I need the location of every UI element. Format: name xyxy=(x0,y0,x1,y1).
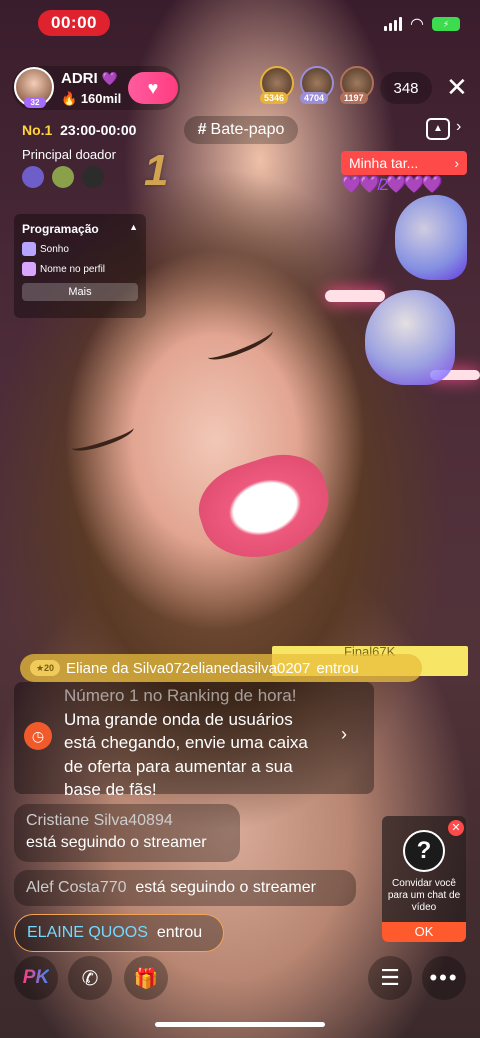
schedule-panel: Programação ▲ Sonho Nome no perfil Mais xyxy=(14,214,146,318)
question-avatar-icon: ? xyxy=(403,830,445,872)
home-indicator xyxy=(155,1022,325,1027)
clock-icon: ◷ xyxy=(24,722,52,750)
hour-ranking[interactable]: No.1 23:00-00:00 xyxy=(22,122,136,138)
wifi-icon: ◠ xyxy=(410,16,424,33)
rank-number: 1 xyxy=(144,146,169,195)
signal-icon xyxy=(384,17,403,31)
donor-avatar[interactable] xyxy=(52,166,74,188)
decor-cap xyxy=(365,290,455,385)
neon-light xyxy=(325,290,385,302)
decor-cap xyxy=(395,195,467,280)
gift-icon[interactable]: 🎁 xyxy=(124,956,168,1000)
schedule-item[interactable]: Nome no perfil xyxy=(22,262,138,276)
status-icons: ◠ ⚡ xyxy=(384,14,460,34)
user-level-badge: ★20 xyxy=(30,660,60,676)
heart-icon: 💜 xyxy=(101,71,119,86)
schedule-item[interactable]: Sonho xyxy=(22,242,138,256)
follow-button[interactable]: ♥ xyxy=(128,72,178,104)
home-icon[interactable]: ▲ xyxy=(426,118,450,140)
my-task-button[interactable]: Minha tar... › xyxy=(341,151,467,175)
recording-timer: 00:00 xyxy=(38,10,110,36)
viewer-avatar[interactable]: 5346 xyxy=(260,66,296,106)
entry-banner: ★20 Eliane da Silva072elianedasilva0207 … xyxy=(20,654,422,682)
donor-list xyxy=(22,166,104,188)
more-button[interactable]: Mais xyxy=(22,283,138,301)
top-viewers: 5346 4704 1197 xyxy=(260,66,376,106)
viewer-count[interactable]: 348 xyxy=(380,72,432,104)
menu-icon[interactable]: ☰ xyxy=(368,956,412,1000)
chevron-right-icon[interactable]: › xyxy=(341,724,347,745)
system-notice[interactable]: Número 1 no Ranking de hora! Uma grande … xyxy=(14,682,374,799)
host-fans: 🔥 160mil xyxy=(61,91,122,106)
chat-tag[interactable]: # Bate-papo xyxy=(184,116,298,144)
hashtag-icon: # xyxy=(197,121,207,138)
host-level-badge: 32 xyxy=(24,97,46,108)
chevron-right-icon: › xyxy=(454,155,459,171)
more-icon[interactable]: ••• xyxy=(422,956,466,1000)
cloud-heart-icon: ♥ xyxy=(147,77,159,98)
chat-message[interactable]: Cristiane Silva40894 está seguindo o str… xyxy=(14,804,240,862)
donor-avatar[interactable] xyxy=(22,166,44,188)
battery-icon: ⚡ xyxy=(432,17,460,31)
profile-icon xyxy=(22,262,36,276)
host-name: ADRI 💜 xyxy=(61,70,119,87)
top-donor-label: Principal doador xyxy=(22,147,116,162)
viewer-avatar[interactable]: 1197 xyxy=(340,66,376,106)
chevron-right-icon[interactable]: › xyxy=(456,118,461,136)
call-icon[interactable]: ✆ xyxy=(68,956,112,1000)
chat-message[interactable]: ELAINE QUOOS entrou xyxy=(14,914,224,952)
invite-ok-button[interactable]: OK xyxy=(382,922,466,942)
chat-message[interactable]: Alef Costa770 está seguindo o streamer xyxy=(14,870,356,906)
task-progress: 💜💜/2💜💜💜 xyxy=(341,175,443,194)
pk-button[interactable]: PK xyxy=(14,956,58,1000)
bear-icon xyxy=(22,242,36,256)
schedule-title: Programação xyxy=(22,222,99,236)
close-icon[interactable]: ✕ xyxy=(446,74,468,100)
collapse-icon[interactable]: ▲ xyxy=(129,222,138,236)
flame-icon: 🔥 xyxy=(61,91,78,106)
donor-avatar[interactable] xyxy=(82,166,104,188)
viewer-avatar[interactable]: 4704 xyxy=(300,66,336,106)
close-invite-icon[interactable]: ✕ xyxy=(448,820,464,836)
